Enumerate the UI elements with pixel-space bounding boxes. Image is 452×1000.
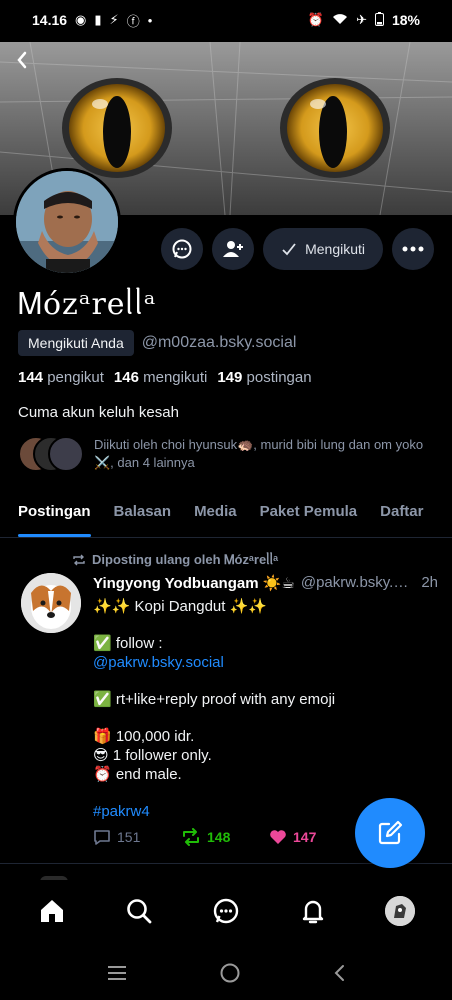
heart-icon bbox=[270, 830, 286, 844]
following-button[interactable]: Mengikuti bbox=[263, 228, 383, 270]
post-line: 😎 1 follower only. bbox=[93, 747, 212, 764]
message-button[interactable] bbox=[161, 228, 204, 270]
status-bar: 14.16 ◉ ▮ ⚡ ⓕ • ⏰ ✈ 18% bbox=[0, 0, 452, 40]
repost-button[interactable]: 148 bbox=[181, 828, 269, 846]
post-line: 🎁 100,000 idr. bbox=[93, 728, 195, 745]
post-line: ⏰ end male. bbox=[93, 766, 182, 783]
facebook-icon: ⓕ bbox=[126, 13, 140, 29]
tab-replies[interactable]: Balasan bbox=[114, 498, 172, 537]
nav-home[interactable] bbox=[28, 887, 76, 935]
post-line: ✅ rt+like+reply proof with any emoji bbox=[93, 691, 336, 708]
tab-media[interactable]: Media bbox=[194, 498, 237, 537]
post-header: Yingyong Yodbuangam ☀️☕ @pakrw.bsky.soci… bbox=[93, 574, 438, 592]
post-time[interactable]: 2h bbox=[421, 574, 438, 592]
profile-bio: Cuma akun keluh kesah bbox=[18, 404, 179, 421]
circle-home-icon bbox=[220, 963, 240, 982]
reply-icon bbox=[94, 830, 110, 845]
post-line: ✨✨ Kopi Dangdut ✨✨ bbox=[93, 598, 267, 615]
airplane-icon: ✈ bbox=[356, 12, 367, 27]
dot-icon: • bbox=[147, 12, 153, 28]
nav-profile-avatar bbox=[385, 896, 416, 926]
following-button-label: Mengikuti bbox=[305, 241, 365, 257]
compose-button[interactable] bbox=[355, 798, 425, 868]
chat-icon bbox=[213, 898, 239, 924]
wifi-icon bbox=[332, 13, 348, 28]
repost-icon bbox=[183, 828, 199, 846]
system-nav-bar bbox=[0, 950, 452, 1000]
nav-notifications[interactable] bbox=[289, 887, 337, 935]
known-followers[interactable]: Diikuti oleh choi hyunsuk🦔, murid bibi l… bbox=[18, 436, 438, 472]
status-left: 14.16 ◉ ▮ ⚡ ⓕ • bbox=[32, 11, 152, 30]
following-label: mengikuti bbox=[143, 369, 208, 386]
post-line: ✅ follow : bbox=[93, 635, 163, 652]
back-arrow-icon bbox=[334, 964, 345, 981]
repost-label: Diposting ulang oleh Ꮇóᴢᵃreᥣᥣᵃ bbox=[92, 552, 279, 567]
known-followers-text: Diikuti oleh choi hyunsuk🦔, murid bibi l… bbox=[94, 437, 424, 470]
battery-icon bbox=[374, 11, 384, 29]
post-author-handle[interactable]: @pakrw.bsky.social bbox=[301, 574, 415, 592]
post-author-name[interactable]: Yingyong Yodbuangam ☀️☕ bbox=[93, 574, 295, 592]
follows-you-badge: Mengikuti Anda bbox=[18, 330, 134, 356]
tab-posts[interactable]: Postingan bbox=[18, 498, 91, 537]
reply-count: 151 bbox=[117, 829, 141, 845]
post-hashtag-link[interactable]: #pakrw4 bbox=[93, 803, 150, 820]
check-icon bbox=[282, 243, 296, 256]
followers-label: pengikut bbox=[47, 369, 104, 386]
flash-icon: ⚡ bbox=[109, 12, 119, 27]
nav-profile[interactable] bbox=[376, 887, 424, 935]
notification-icon: ▮ bbox=[94, 12, 102, 27]
tab-starter-packs[interactable]: Paket Pemula bbox=[260, 498, 358, 537]
more-button[interactable] bbox=[392, 228, 434, 270]
following-stat[interactable]: 146 mengikuti bbox=[114, 369, 207, 386]
nav-search[interactable] bbox=[115, 887, 163, 935]
search-icon bbox=[126, 899, 152, 924]
chat-bubble-icon bbox=[172, 239, 192, 259]
bottom-nav bbox=[0, 880, 452, 942]
like-count: 147 bbox=[293, 829, 317, 845]
profile-tabs: Postingan Balasan Media Paket Pemula Daf… bbox=[0, 498, 452, 538]
alarm-icon: ⏰ bbox=[307, 12, 325, 27]
repost-indicator[interactable]: Diposting ulang oleh Ꮇóᴢᵃreᥣᥣᵃ bbox=[72, 552, 278, 568]
post-author-avatar[interactable] bbox=[21, 573, 81, 633]
home-icon bbox=[40, 900, 63, 922]
followers-count: 144 bbox=[18, 369, 44, 386]
repost-small-icon bbox=[73, 554, 85, 566]
pencil-square-icon bbox=[378, 820, 403, 845]
profile-handle: @m00zaa.bsky.social bbox=[141, 334, 297, 351]
chevron-left-icon bbox=[17, 51, 27, 69]
tab-lists[interactable]: Daftar bbox=[380, 498, 423, 537]
status-right: ⏰ ✈ 18% bbox=[307, 11, 420, 29]
whatsapp-icon: ◉ bbox=[75, 12, 87, 27]
reply-button[interactable]: 151 bbox=[93, 828, 181, 846]
posts-count: 149 bbox=[217, 369, 243, 386]
system-back-button[interactable] bbox=[332, 963, 346, 988]
add-user-button[interactable] bbox=[212, 228, 255, 270]
posts-label: postingan bbox=[246, 369, 312, 386]
nav-chat[interactable] bbox=[202, 887, 250, 935]
avatar-image bbox=[16, 171, 118, 273]
home-system-button[interactable] bbox=[219, 962, 241, 989]
posts-stat: 149 postingan bbox=[217, 369, 311, 386]
recent-apps-button[interactable] bbox=[106, 964, 128, 987]
bell-icon bbox=[302, 900, 324, 924]
following-count: 146 bbox=[113, 369, 139, 386]
profile-actions: Mengikuti bbox=[161, 228, 434, 270]
ellipsis-icon bbox=[402, 246, 424, 252]
battery-percent: 18% bbox=[391, 12, 420, 28]
known-follower-avatar bbox=[48, 436, 84, 472]
post-mention-link[interactable]: @pakrw.bsky.social bbox=[93, 654, 224, 671]
repost-count: 148 bbox=[207, 829, 231, 845]
followers-stat[interactable]: 144 pengikut bbox=[18, 369, 104, 386]
status-time: 14.16 bbox=[32, 12, 68, 28]
badge-row: Mengikuti Anda @m00zaa.bsky.social bbox=[18, 330, 296, 356]
display-name: Ꮇóᴢᵃreᥣᥣᵃ bbox=[18, 287, 157, 322]
profile-stats: 144 pengikut 146 mengikuti 149 postingan bbox=[18, 369, 312, 386]
back-button[interactable] bbox=[10, 50, 34, 74]
post-controls: 151 148 147 bbox=[93, 828, 357, 846]
menu-lines-icon bbox=[107, 965, 126, 980]
known-followers-avatars bbox=[18, 436, 84, 472]
profile-avatar[interactable] bbox=[13, 168, 121, 276]
person-plus-icon bbox=[223, 241, 244, 257]
like-button[interactable]: 147 bbox=[269, 829, 357, 845]
